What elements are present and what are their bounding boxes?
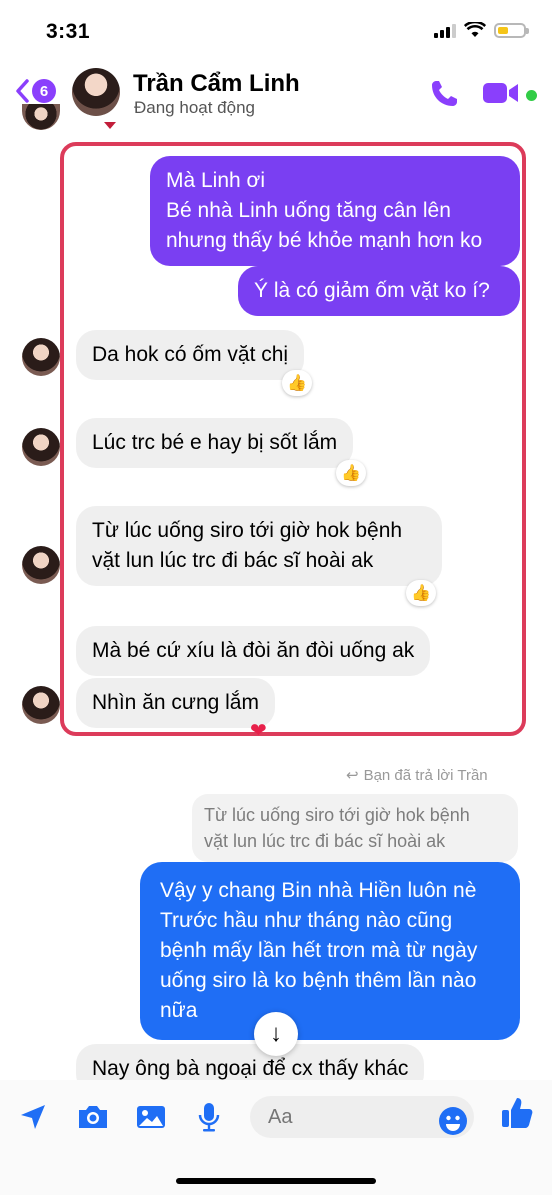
thumbs-up-reaction-icon[interactable]: 👍 bbox=[336, 460, 366, 486]
phone-icon[interactable] bbox=[428, 78, 460, 110]
status-icons bbox=[434, 22, 529, 38]
battery-icon bbox=[494, 22, 529, 38]
message-line: vặt lun lúc trc đi bác sĩ hoài ak bbox=[204, 831, 446, 851]
message-line: nữa bbox=[160, 999, 198, 1022]
camera-icon[interactable] bbox=[76, 1100, 110, 1134]
avatar bbox=[22, 686, 60, 724]
avatar bbox=[22, 428, 60, 466]
seen-marker bbox=[104, 122, 116, 129]
reply-note-text: Bạn đã trả lời Trần bbox=[363, 767, 488, 784]
heart-reaction-icon[interactable]: ❤ bbox=[250, 718, 267, 743]
incoming-message[interactable]: Nhìn ăn cưng lắm bbox=[76, 678, 275, 728]
microphone-icon[interactable] bbox=[192, 1100, 226, 1134]
incoming-message[interactable]: Từ lúc uống siro tới giờ hok bệnh vặt lu… bbox=[76, 506, 442, 586]
message-line: Từ lúc uống siro tới giờ hok bệnh bbox=[92, 519, 403, 542]
message-line: Vậy y chang Bin nhà Hiền luôn nè bbox=[160, 879, 477, 902]
incoming-message[interactable]: Da hok có ốm vặt chị bbox=[76, 330, 305, 380]
message-line: Bé nhà Linh uống tăng cân lên bbox=[166, 199, 451, 222]
avatar bbox=[22, 338, 60, 376]
contact-name[interactable]: Trần Cẩm Linh bbox=[133, 70, 300, 98]
incoming-message[interactable]: Lúc trc bé e hay bị sốt lắm bbox=[76, 418, 354, 468]
incoming-message[interactable]: Mà bé cứ xíu là đòi ăn đòi uống ak bbox=[76, 626, 431, 676]
back-button[interactable]: 6 bbox=[14, 78, 56, 104]
message-line: vặt lun lúc trc đi bác sĩ hoài ak bbox=[92, 549, 374, 572]
reply-arrow-icon: ↩ bbox=[346, 767, 359, 784]
wifi-icon bbox=[464, 22, 486, 37]
message-line: uống siro là ko bệnh thêm lần nào bbox=[160, 969, 477, 992]
thumbs-up-reaction-icon[interactable]: 👍 bbox=[406, 580, 436, 606]
location-arrow-icon[interactable] bbox=[16, 1100, 50, 1134]
message-line: Trước hầu như tháng nào cũng bbox=[160, 909, 453, 932]
message-line: Từ lúc uống siro tới giờ hok bệnh bbox=[204, 805, 470, 825]
contact-status: Đang hoạt động bbox=[134, 98, 255, 117]
status-time: 3:31 bbox=[46, 20, 91, 43]
outgoing-reply-message[interactable]: Vậy y chang Bin nhà Hiền luôn nè Trước h… bbox=[140, 862, 520, 1040]
emoji-icon[interactable] bbox=[436, 1104, 470, 1138]
chevron-left-icon bbox=[16, 79, 29, 103]
message-line: bệnh mấy lần hết trơn mà từ ngày bbox=[160, 939, 478, 962]
video-camera-icon[interactable] bbox=[482, 80, 520, 106]
message-line: Mà Linh ơi bbox=[166, 169, 265, 192]
avatar bbox=[22, 104, 60, 130]
photo-gallery-icon[interactable] bbox=[134, 1100, 168, 1134]
thumbs-up-reaction-icon[interactable]: 👍 bbox=[282, 370, 312, 396]
outgoing-message[interactable]: Mà Linh ơi Bé nhà Linh uống tăng cân lên… bbox=[150, 156, 520, 266]
online-indicator bbox=[526, 90, 537, 101]
avatar bbox=[22, 546, 60, 584]
outgoing-message[interactable]: Ý là có giảm ốm vặt ko í? bbox=[238, 266, 520, 316]
conversation-header: 6 Trần Cẩm Linh Đang hoạt động bbox=[0, 60, 552, 124]
arrow-down-icon: ↓ bbox=[270, 1020, 282, 1047]
message-line: nhưng thấy bé khỏe mạnh hơn ko bbox=[166, 229, 483, 252]
cellular-signal-icon bbox=[434, 22, 456, 38]
unread-count-badge: 6 bbox=[32, 79, 56, 103]
thumbs-up-icon[interactable] bbox=[500, 1096, 534, 1130]
contact-avatar[interactable] bbox=[72, 68, 120, 116]
reply-note: ↩ Bạn đã trả lời Trần bbox=[346, 766, 488, 784]
quoted-message[interactable]: Từ lúc uống siro tới giờ hok bệnh vặt lu… bbox=[192, 794, 518, 862]
scroll-to-bottom-button[interactable]: ↓ bbox=[254, 1012, 298, 1056]
message-composer bbox=[0, 1080, 552, 1195]
home-indicator bbox=[176, 1178, 376, 1184]
